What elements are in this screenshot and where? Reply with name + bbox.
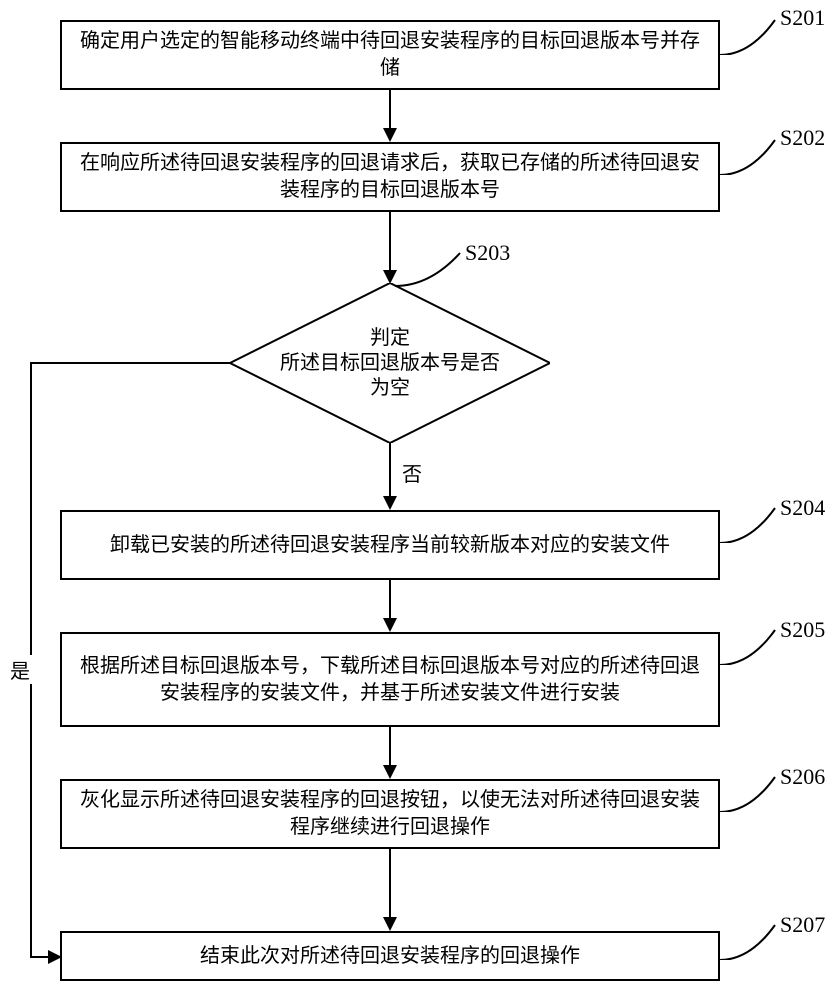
edge-yes-label: 是 — [8, 655, 32, 684]
step-s202-label: S202 — [780, 125, 825, 151]
step-s206-label: S206 — [780, 764, 825, 790]
step-s203-text: 判定 所述目标回退版本号是否 为空 — [230, 283, 550, 443]
step-s207-box: 结束此次对所述待回退安装程序的回退操作 — [60, 931, 720, 981]
arrow-s203-yes-h2 — [30, 956, 50, 958]
leader-s205 — [720, 625, 780, 665]
leader-s204 — [720, 503, 780, 543]
step-s202-box: 在响应所述待回退安装程序的回退请求后，获取已存储的所述待回退安装程序的目标回退版… — [60, 142, 720, 212]
flowchart: 确定用户选定的智能移动终端中待回退安装程序的目标回退版本号并存储 S201 在响… — [0, 0, 839, 1000]
step-s205-text: 根据所述目标回退版本号，下载所述目标回退版本号对应的所述待回退安装程序的安装文件… — [74, 653, 706, 707]
arrowhead-s204-s205 — [383, 618, 397, 632]
arrowhead-s201-s202 — [383, 128, 397, 142]
leader-s201 — [720, 15, 780, 55]
arrow-s203-yes-h — [30, 362, 230, 364]
arrowhead-s206-s207 — [383, 917, 397, 931]
step-s204-box: 卸载已安装的所述待回退安装程序当前较新版本对应的安装文件 — [60, 510, 720, 580]
leader-s203 — [395, 248, 465, 288]
leader-s206 — [720, 772, 780, 812]
arrow-s205-s206 — [389, 727, 391, 767]
arrow-s201-s202 — [389, 90, 391, 130]
step-s203-label: S203 — [465, 240, 510, 266]
step-s204-label: S204 — [780, 495, 825, 521]
leader-s202 — [720, 135, 780, 175]
step-s201-box: 确定用户选定的智能移动终端中待回退安装程序的目标回退版本号并存储 — [60, 20, 720, 90]
arrowhead-s203-s204 — [383, 496, 397, 510]
step-s207-label: S207 — [780, 912, 825, 938]
step-s204-text: 卸载已安装的所述待回退安装程序当前较新版本对应的安装文件 — [110, 532, 670, 559]
step-s206-text: 灰化显示所述待回退安装程序的回退按钮，以使无法对所述待回退安装程序继续进行回退操… — [74, 787, 706, 841]
step-s203-diamond: 判定 所述目标回退版本号是否 为空 — [230, 283, 550, 443]
step-s205-label: S205 — [780, 617, 825, 643]
leader-s207 — [720, 920, 780, 960]
arrow-s206-s207 — [389, 849, 391, 919]
step-s202-text: 在响应所述待回退安装程序的回退请求后，获取已存储的所述待回退安装程序的目标回退版… — [74, 150, 706, 204]
step-s201-label: S201 — [780, 5, 825, 31]
edge-no-label: 否 — [400, 458, 424, 487]
step-s201-text: 确定用户选定的智能移动终端中待回退安装程序的目标回退版本号并存储 — [74, 28, 706, 82]
step-s207-text: 结束此次对所述待回退安装程序的回退操作 — [200, 943, 580, 970]
arrow-s204-s205 — [389, 580, 391, 620]
arrow-s202-s203 — [389, 212, 391, 272]
arrowhead-s205-s206 — [383, 765, 397, 779]
step-s205-box: 根据所述目标回退版本号，下载所述目标回退版本号对应的所述待回退安装程序的安装文件… — [60, 632, 720, 727]
step-s206-box: 灰化显示所述待回退安装程序的回退按钮，以使无法对所述待回退安装程序继续进行回退操… — [60, 779, 720, 849]
arrow-s203-s204 — [389, 443, 391, 498]
